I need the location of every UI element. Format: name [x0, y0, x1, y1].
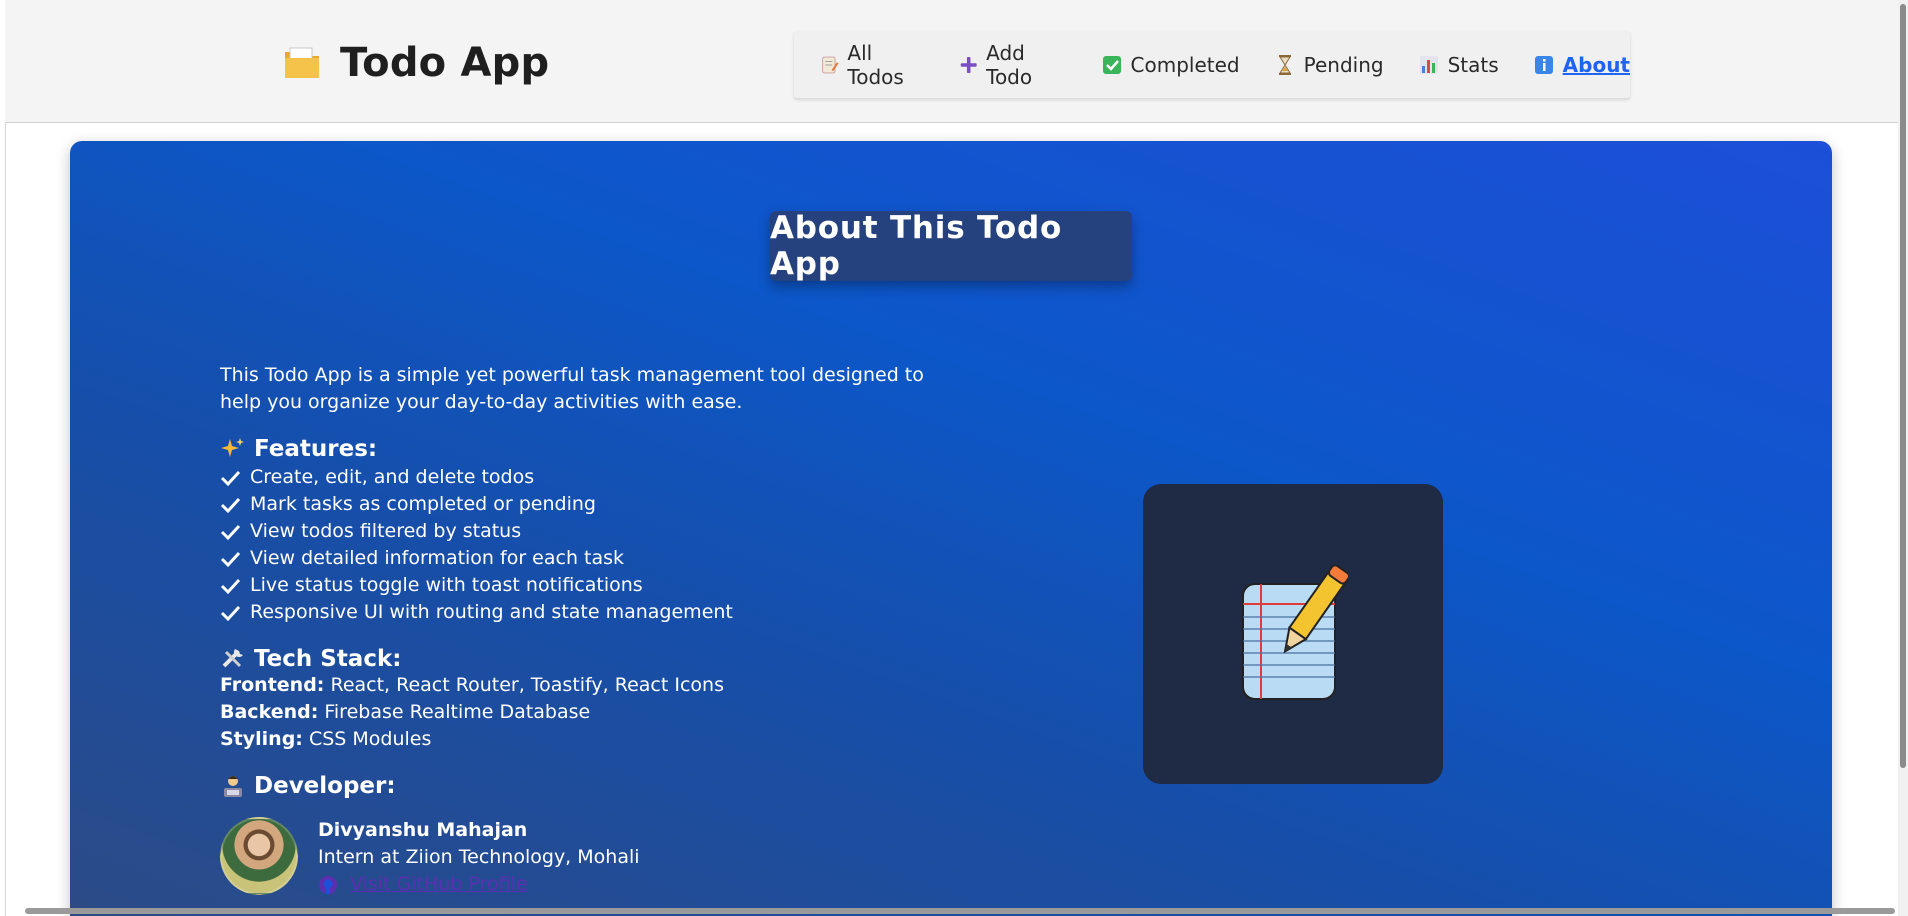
nav-pending[interactable]: Pending [1274, 53, 1384, 77]
technologist-icon [224, 776, 242, 797]
bar-chart-icon [1419, 55, 1438, 74]
feature-item: Mark tasks as completed or pending [220, 491, 940, 518]
feature-item: Live status toggle with toast notificati… [220, 572, 940, 599]
nav-add-todo[interactable]: Add Todo [959, 41, 1067, 89]
feature-item: View detailed information for each task [220, 545, 940, 572]
feature-item: Responsive UI with routing and state man… [220, 599, 940, 626]
nav-label: Completed [1130, 52, 1240, 77]
plus-icon [960, 56, 977, 73]
tech-title: Tech Stack: [254, 646, 402, 672]
check-icon [220, 524, 241, 540]
github-link[interactable]: Visit GitHub Profile [318, 871, 640, 898]
tech-label: Styling: [220, 728, 303, 750]
check-box-icon [1102, 55, 1121, 74]
about-card: About This Todo App This Todo App is a s… [70, 141, 1832, 916]
main-nav: All Todos Add Todo Completed Pending Sta… [794, 31, 1630, 98]
features-title: Features: [254, 436, 378, 462]
tech-styling: Styling: CSS Modules [220, 726, 940, 753]
check-icon [220, 470, 241, 486]
check-icon [220, 605, 241, 621]
developer-role: Intern at Ziion Technology, Mohali [318, 846, 640, 868]
developer-card: Divyanshu Mahajan Intern at Ziion Techno… [220, 817, 940, 898]
nav-all-todos[interactable]: All Todos [820, 41, 925, 89]
feature-text: Create, edit, and delete todos [250, 466, 535, 488]
tech-heading: Tech Stack: [220, 646, 940, 672]
memo-icon [822, 56, 839, 73]
feature-text: Responsive UI with routing and state man… [250, 601, 733, 623]
developer-info: Divyanshu Mahajan Intern at Ziion Techno… [318, 817, 640, 898]
feature-item: View todos filtered by status [220, 518, 940, 545]
features-list: Create, edit, and delete todos Mark task… [220, 464, 940, 626]
app-title: Todo App [340, 40, 550, 86]
developer-name: Divyanshu Mahajan [318, 819, 528, 841]
hourglass-icon [1278, 54, 1291, 75]
tech-label: Frontend: [220, 674, 325, 696]
nav-about[interactable]: About [1533, 53, 1630, 77]
todo-illustration [1143, 484, 1443, 784]
folder-icon [285, 47, 319, 78]
about-content: This Todo App is a simple yet powerful t… [220, 362, 940, 898]
tech-frontend: Frontend: React, React Router, Toastify,… [220, 672, 940, 699]
feature-text: View todos filtered by status [250, 520, 522, 542]
info-icon [1534, 55, 1553, 74]
sparkles-icon [221, 438, 244, 457]
github-icon [319, 875, 337, 894]
nav-label: About [1562, 52, 1630, 77]
notepad-pencil-icon [1242, 564, 1348, 700]
feature-text: Live status toggle with toast notificati… [250, 574, 643, 596]
nav-label: Stats [1447, 52, 1499, 77]
developer-title: Developer: [254, 773, 396, 799]
avatar [220, 817, 298, 895]
feature-item: Create, edit, and delete todos [220, 464, 940, 491]
nav-label: Pending [1303, 52, 1384, 77]
tech-value: React, React Router, Toastify, React Ico… [330, 674, 724, 696]
nav-label: All Todos [847, 40, 904, 89]
feature-text: View detailed information for each task [250, 547, 625, 569]
nav-label: Add Todo [986, 40, 1033, 89]
nav-stats[interactable]: Stats [1418, 53, 1499, 77]
tech-value: Firebase Realtime Database [324, 701, 591, 723]
intro-text: This Todo App is a simple yet powerful t… [220, 364, 924, 413]
tech-backend: Backend: Firebase Realtime Database [220, 699, 940, 726]
window-edge [0, 0, 6, 916]
check-icon [220, 578, 241, 594]
feature-text: Mark tasks as completed or pending [250, 493, 596, 515]
vertical-scrollbar[interactable] [1898, 0, 1908, 916]
check-icon [220, 497, 241, 513]
nav-completed[interactable]: Completed [1101, 53, 1240, 77]
horizontal-scrollbar[interactable] [25, 908, 1895, 914]
features-heading: Features: [220, 436, 940, 462]
tech-label: Backend: [220, 701, 319, 723]
tech-value: CSS Modules [308, 728, 432, 750]
tools-icon [222, 649, 243, 668]
developer-heading: Developer: [220, 773, 940, 799]
scrollbar-thumb[interactable] [1900, 4, 1906, 768]
github-link-text: Visit GitHub Profile [350, 873, 528, 895]
check-icon [220, 551, 241, 567]
brand[interactable]: Todo App [282, 40, 549, 86]
about-title: About This Todo App [770, 210, 1132, 282]
top-header: Todo App All Todos Add Todo Completed Pe… [5, 0, 1898, 123]
